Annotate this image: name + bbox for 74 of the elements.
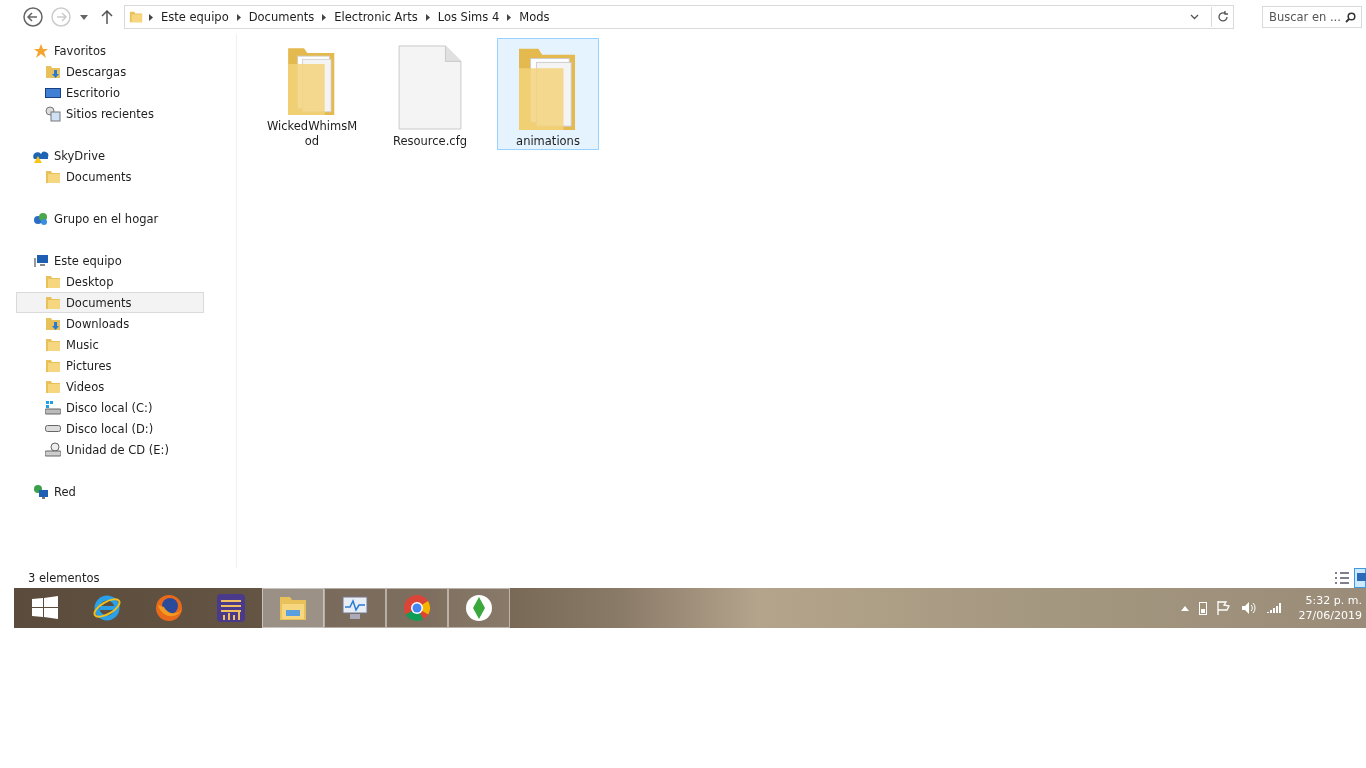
chevron-right-icon	[236, 13, 241, 21]
caret-down-icon	[80, 14, 88, 20]
speaker-icon[interactable]	[1240, 601, 1257, 615]
dropdown-chevron-icon[interactable]	[1190, 14, 1199, 20]
nav-item[interactable]: Disco local (C:)	[16, 397, 204, 418]
cd-drive-icon	[45, 441, 61, 458]
nav-item[interactable]: Pictures	[16, 355, 204, 376]
drive-icon	[45, 425, 61, 432]
fox-browser-icon	[154, 593, 184, 623]
nav-item[interactable]: Documents	[16, 166, 204, 187]
folder-icon	[45, 336, 61, 353]
nav-item[interactable]: Downloads	[16, 313, 204, 334]
nav-item[interactable]: Red	[16, 481, 216, 502]
nav-item[interactable]: Sitios recientes	[16, 103, 204, 124]
large-icons-view-icon[interactable]	[1354, 568, 1366, 588]
nav-item[interactable]: Music	[16, 334, 204, 355]
breadcrumb[interactable]: Los Sims 4	[435, 10, 502, 24]
taskbar-app-button[interactable]	[324, 588, 386, 628]
nav-item[interactable]: Disco local (D:)	[16, 418, 204, 439]
refresh-icon	[1216, 11, 1229, 23]
folder-icon	[129, 10, 143, 24]
document-icon	[397, 45, 463, 130]
nav-item[interactable]: Videos	[16, 376, 204, 397]
show-hidden-icons-icon[interactable]	[1180, 605, 1189, 611]
back-button[interactable]	[22, 6, 44, 28]
signal-bars-icon[interactable]	[1266, 602, 1283, 614]
nav-item[interactable]: Grupo en el hogar	[16, 208, 216, 229]
system-drive-icon	[45, 399, 61, 416]
nav-item[interactable]: Descargas	[16, 61, 204, 82]
folder-download-icon	[45, 315, 61, 332]
breadcrumb[interactable]: Este equipo	[159, 10, 231, 24]
folder-icon	[45, 168, 61, 185]
item-count: 3 elementos	[28, 571, 100, 585]
plumbob-icon	[464, 593, 494, 623]
sliders-app-icon	[216, 593, 246, 623]
address-bar[interactable]: Este equipo Documents Electronic Arts Los Sims 4 Mods	[124, 5, 1234, 29]
e-browser-icon	[92, 593, 122, 623]
computer-icon	[33, 252, 49, 269]
windows-logo-icon	[32, 595, 58, 621]
chrome-style-icon	[402, 593, 432, 623]
folder-icon	[45, 378, 61, 395]
search-field[interactable]: Buscar en ...	[1262, 6, 1362, 28]
battery-icon[interactable]	[1198, 601, 1207, 615]
nav-item[interactable]: Desktop	[16, 271, 204, 292]
chevron-right-icon	[425, 13, 430, 21]
file-item[interactable]: Resource.cfg	[379, 38, 481, 150]
recent-places-icon	[45, 105, 61, 122]
network-icon	[33, 483, 49, 500]
homegroup-icon	[33, 210, 49, 227]
star-icon	[33, 42, 49, 59]
nav-item[interactable]: SkyDrive	[16, 145, 216, 166]
nav-item[interactable]: Documents	[16, 292, 204, 313]
nav-item[interactable]: Favoritos	[16, 40, 216, 61]
folder-icon	[45, 357, 61, 374]
chevron-right-icon	[507, 13, 512, 21]
folder-item[interactable]: WickedWhimsMod	[261, 38, 363, 150]
nav-item[interactable]: Unidad de CD (E:)	[16, 439, 204, 460]
search-icon	[1345, 12, 1356, 23]
flag-icon[interactable]	[1216, 601, 1231, 615]
chevron-right-icon	[322, 13, 327, 21]
folder-item[interactable]: animations	[497, 38, 599, 150]
file-explorer-icon	[278, 594, 308, 622]
taskbar-app-button[interactable]	[448, 588, 510, 628]
details-view-icon[interactable]	[1334, 572, 1350, 584]
breadcrumb[interactable]: Electronic Arts	[332, 10, 420, 24]
folder-download-icon	[45, 63, 61, 80]
folder-icon	[45, 294, 61, 311]
nav-item[interactable]: Escritorio	[16, 82, 204, 103]
folder-icon	[45, 273, 61, 290]
breadcrumb[interactable]: Documents	[246, 10, 317, 24]
breadcrumb[interactable]: Mods	[517, 10, 552, 24]
up-arrow-icon	[101, 10, 113, 24]
nav-item[interactable]: Este equipo	[16, 250, 216, 271]
chevron-right-icon	[149, 13, 153, 21]
